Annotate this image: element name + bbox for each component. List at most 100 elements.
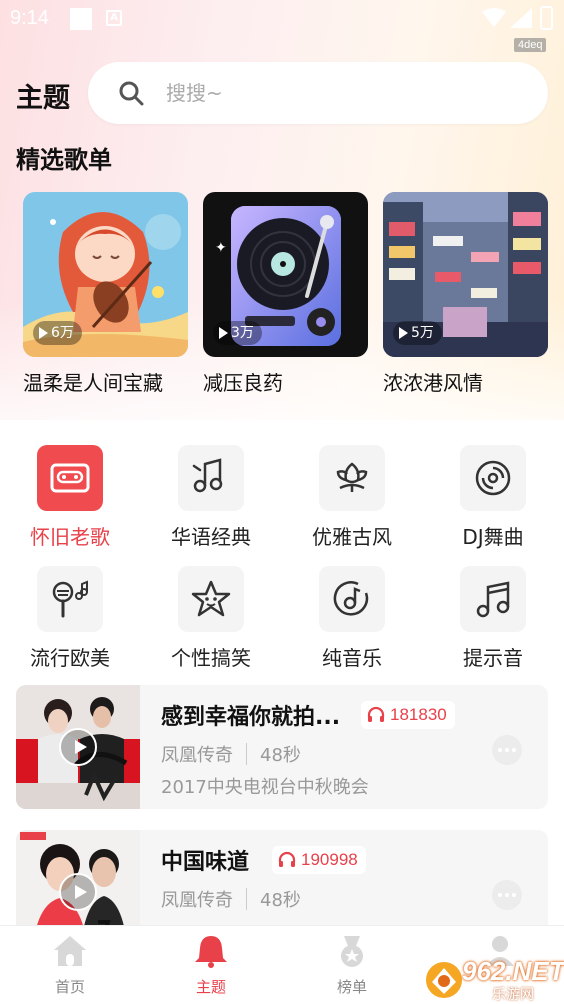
funny-star-icon bbox=[191, 580, 231, 617]
play-count: 3万 bbox=[231, 325, 254, 341]
category-ringtone[interactable]: 提示音 bbox=[433, 566, 553, 671]
category-nostalgic[interactable]: 怀旧老歌 bbox=[10, 445, 130, 550]
category-icon-box bbox=[37, 445, 103, 511]
home-icon bbox=[54, 936, 86, 966]
song-artist: 凤凰传奇 bbox=[161, 890, 233, 911]
signal-icon bbox=[510, 8, 532, 28]
play-count: 181830 bbox=[390, 705, 447, 724]
category-icon-box bbox=[460, 566, 526, 632]
more-dots-icon bbox=[498, 748, 502, 752]
play-icon bbox=[399, 327, 408, 339]
category-icon-box bbox=[319, 566, 385, 632]
meta-divider bbox=[246, 888, 247, 910]
microphone-icon bbox=[52, 580, 88, 618]
category-label: 优雅古风 bbox=[312, 525, 392, 549]
search-icon bbox=[119, 81, 144, 106]
playlist-title: 减压良药 bbox=[203, 371, 283, 395]
music-disc-icon bbox=[333, 581, 369, 616]
category-chinese-classics[interactable]: 华语经典 bbox=[151, 445, 271, 550]
featured-section-title: 精选歌单 bbox=[16, 146, 112, 174]
debug-tag: 4deq bbox=[514, 38, 547, 52]
song-title: 中国味道 bbox=[161, 850, 250, 875]
song-duration: 48秒 bbox=[260, 745, 301, 766]
category-ancient-style[interactable]: 优雅古风 bbox=[292, 445, 412, 550]
song-artist: 凤凰传奇 bbox=[161, 745, 233, 766]
lotus-icon bbox=[336, 462, 368, 492]
nav-item-theme[interactable]: 主题 bbox=[171, 934, 251, 997]
song-meta: 凤凰传奇 48秒 bbox=[161, 741, 301, 767]
notification-a-icon: A bbox=[106, 10, 122, 26]
status-time: 9:14 bbox=[10, 7, 49, 29]
nav-label: 榜单 bbox=[336, 978, 367, 996]
search-input[interactable] bbox=[166, 76, 506, 110]
category-label: DJ舞曲 bbox=[462, 525, 524, 549]
play-count-badge: 181830 bbox=[361, 701, 455, 729]
nav-item-home[interactable]: 首页 bbox=[30, 934, 110, 997]
song-title: 感到幸福你就拍... bbox=[161, 705, 341, 730]
playlist-card[interactable]: 5万 浓浓港风情 bbox=[383, 192, 548, 396]
playlist-title: 浓浓港风情 bbox=[383, 371, 483, 395]
cassette-icon bbox=[50, 463, 90, 493]
meta-divider bbox=[246, 743, 247, 765]
play-button[interactable] bbox=[59, 728, 97, 766]
headphones-icon bbox=[278, 851, 296, 867]
category-pure-music[interactable]: 纯音乐 bbox=[292, 566, 412, 671]
category-icon-box bbox=[319, 445, 385, 511]
playlist-card[interactable]: ✦ 3万 减压良药 bbox=[203, 192, 368, 396]
play-icon bbox=[219, 327, 228, 339]
category-label: 怀旧老歌 bbox=[30, 525, 110, 549]
medal-icon bbox=[341, 936, 363, 967]
nav-label: 首页 bbox=[54, 978, 85, 996]
category-funny[interactable]: 个性搞笑 bbox=[151, 566, 271, 671]
category-label: 提示音 bbox=[463, 646, 523, 670]
playlist-cover[interactable]: 5万 bbox=[383, 192, 548, 357]
play-count-badge: 3万 bbox=[213, 321, 262, 345]
play-icon bbox=[39, 327, 48, 339]
playlist-title: 温柔是人间宝藏 bbox=[23, 371, 163, 395]
nav-label: 主题 bbox=[195, 978, 226, 996]
headphones-icon bbox=[367, 706, 385, 722]
notification-square-icon bbox=[70, 8, 92, 30]
vinyl-disc-icon bbox=[475, 460, 511, 496]
search-bar[interactable] bbox=[88, 62, 548, 124]
page-title: 主题 bbox=[16, 83, 70, 114]
song-duration: 48秒 bbox=[260, 890, 301, 911]
nav-item-chart[interactable]: 榜单 bbox=[312, 934, 392, 997]
bell-icon bbox=[195, 936, 227, 968]
category-label: 个性搞笑 bbox=[171, 646, 251, 670]
site-watermark: 962.NET 乐游网 bbox=[424, 956, 564, 1004]
wifi-icon bbox=[482, 8, 506, 27]
play-count: 190998 bbox=[301, 850, 358, 869]
playlist-card[interactable]: 6万 温柔是人间宝藏 bbox=[23, 192, 188, 396]
more-options-button[interactable] bbox=[492, 735, 522, 765]
category-dj[interactable]: DJ舞曲 bbox=[433, 445, 553, 550]
category-label: 流行欧美 bbox=[30, 646, 110, 670]
category-label: 华语经典 bbox=[171, 525, 251, 549]
play-count-badge: 5万 bbox=[393, 321, 442, 345]
category-icon-box bbox=[37, 566, 103, 632]
category-icon-box bbox=[178, 566, 244, 632]
status-bar: 9:14 A 4deq bbox=[0, 0, 564, 52]
song-description: 2017中央电视台中秋晚会 bbox=[161, 777, 369, 798]
battery-icon bbox=[540, 6, 553, 30]
song-item[interactable]: 感到幸福你就拍... 181830 凤凰传奇 48秒 2017中央电视台中秋晚会 bbox=[16, 685, 548, 809]
watermark-subtext: 乐游网 bbox=[492, 987, 534, 1003]
svg-text:✦: ✦ bbox=[215, 240, 227, 256]
music-notes-icon bbox=[192, 458, 223, 493]
playlist-cover[interactable]: ✦ 3万 bbox=[203, 192, 368, 357]
category-label: 纯音乐 bbox=[322, 646, 382, 670]
play-count-badge: 190998 bbox=[272, 846, 366, 874]
watermark-logo-icon bbox=[426, 962, 462, 998]
song-cover[interactable] bbox=[16, 685, 140, 809]
play-count-badge: 6万 bbox=[33, 321, 82, 345]
play-button[interactable] bbox=[59, 873, 97, 911]
play-count: 5万 bbox=[411, 325, 434, 341]
more-options-button[interactable] bbox=[492, 880, 522, 910]
playlist-cover[interactable]: 6万 bbox=[23, 192, 188, 357]
song-meta: 凤凰传奇 48秒 bbox=[161, 886, 301, 912]
category-icon-box bbox=[460, 445, 526, 511]
category-icon-box bbox=[178, 445, 244, 511]
double-note-icon bbox=[476, 581, 510, 618]
category-pop-western[interactable]: 流行欧美 bbox=[10, 566, 130, 671]
play-count: 6万 bbox=[51, 325, 74, 341]
